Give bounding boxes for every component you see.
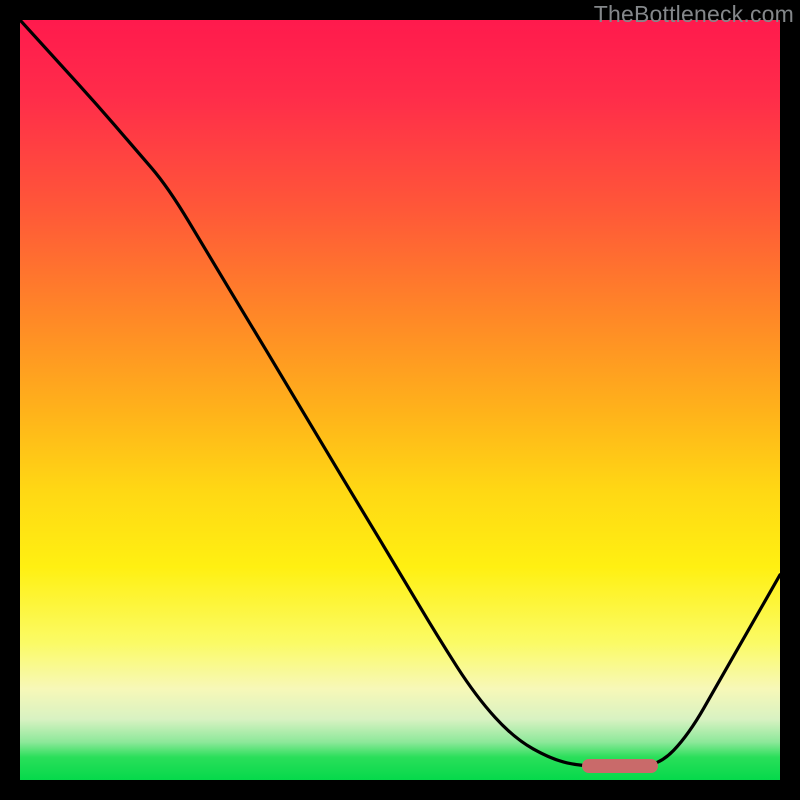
chart-curve [20,20,780,780]
highlight-marker [582,759,658,773]
chart-frame: TheBottleneck.com [0,0,800,800]
watermark-text: TheBottleneck.com [594,1,794,28]
chart-plot-area [20,20,780,780]
